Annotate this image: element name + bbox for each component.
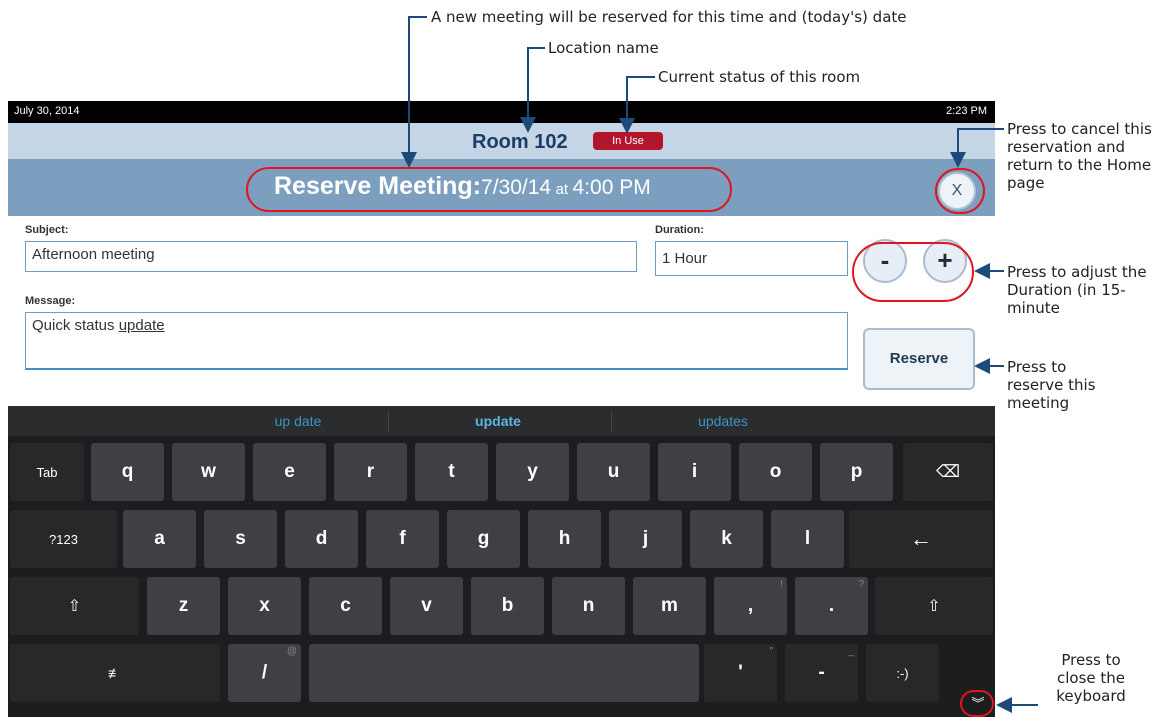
arrow-new-meeting bbox=[401, 16, 427, 168]
arrow-location bbox=[520, 47, 545, 133]
arrow-status bbox=[619, 76, 655, 134]
callout-arrows bbox=[401, 16, 1038, 713]
arrow-cancel bbox=[950, 128, 1004, 168]
